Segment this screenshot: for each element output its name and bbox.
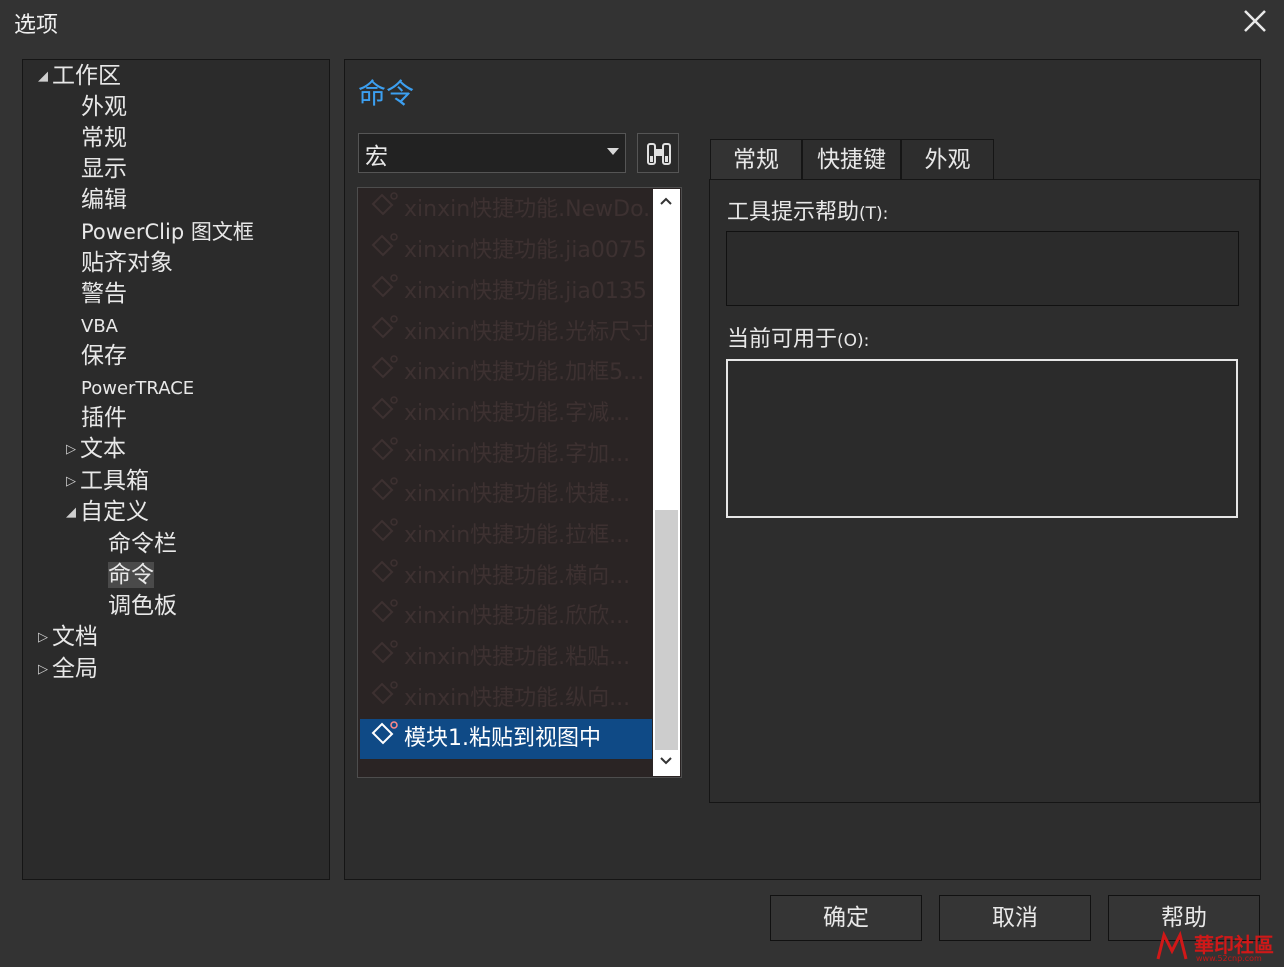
list-item[interactable]: xinxin快捷功能.加框5... [360,353,652,393]
list-item[interactable]: xinxin快捷功能.纵向... [360,679,652,719]
tree-item-toolbox[interactable]: ▷ 工具箱 [66,466,149,496]
macro-icon [360,516,404,556]
macro-icon [360,679,404,719]
chevron-down-icon [607,148,619,155]
macro-icon [360,231,404,271]
scrollbar-thumb[interactable] [655,510,678,750]
expanded-arrow-icon[interactable]: ◢ [38,62,52,92]
window-title: 选项 [14,13,59,38]
tab-general[interactable]: 常规 [710,139,802,179]
macro-icon [360,313,404,353]
list-item[interactable]: xinxin快捷功能.字加... [360,435,652,475]
tab-shortcut-keys[interactable]: 快捷键 [802,139,901,179]
macro-icon [360,272,404,312]
macro-icon [360,597,404,637]
tree-item-powerclip[interactable]: PowerClip 图文框 [81,217,254,247]
tooltip-help-input[interactable] [726,231,1239,306]
tree-item-general[interactable]: 常规 [81,123,127,153]
scroll-down-icon[interactable] [659,756,673,766]
list-item[interactable]: xinxin快捷功能.字减... [360,394,652,434]
tree-item-customization[interactable]: ◢ 自定义 [66,497,149,527]
list-item[interactable]: xinxin快捷功能.粘贴... [360,638,652,678]
macro-icon [360,190,404,230]
tree-item-text[interactable]: ▷ 文本 [66,434,126,464]
category-dropdown-value: 宏 [365,144,388,170]
collapsed-arrow-icon[interactable]: ▷ [38,623,52,653]
section-title: 命令 [358,77,415,110]
list-item[interactable]: xinxin快捷功能.jia0075 [360,231,652,271]
tree-item-vba[interactable]: VBA [81,312,118,342]
expanded-arrow-icon[interactable]: ◢ [66,498,80,528]
macro-icon [360,638,404,678]
tree-item-warnings[interactable]: 警告 [81,279,127,309]
tree-item-global[interactable]: ▷ 全局 [38,654,98,684]
collapsed-arrow-icon[interactable]: ▷ [38,655,52,685]
collapsed-arrow-icon[interactable]: ▷ [66,467,80,497]
list-item-selected[interactable]: 模块1.粘贴到视图中 [360,719,652,759]
list-item[interactable]: xinxin快捷功能.jia0135 [360,272,652,312]
tree-item-powertrace[interactable]: PowerTRACE [81,374,194,404]
scroll-up-icon[interactable] [659,196,673,206]
macro-icon [360,557,404,597]
available-for-label: 当前可用于(O): [727,327,870,352]
tree-item-display[interactable]: 显示 [81,154,127,184]
macro-icon [360,353,404,393]
watermark-url: www.52cnp.com [1196,954,1262,963]
list-item[interactable]: xinxin快捷功能.横向... [360,557,652,597]
tree-item-color-palette[interactable]: 调色板 [108,591,177,621]
tree-item-snap-to-objects[interactable]: 贴齐对象 [81,248,173,278]
tree-item-plugins[interactable]: 插件 [81,403,127,433]
list-item[interactable]: xinxin快捷功能.快捷... [360,475,652,515]
category-dropdown[interactable]: 宏 [358,133,626,173]
tooltip-help-label: 工具提示帮助(T): [727,200,889,225]
macro-icon [360,435,404,475]
tree-item-edit[interactable]: 编辑 [81,185,127,215]
list-item[interactable]: xinxin快捷功能.光标尺寸 [360,313,652,353]
macro-icon [360,475,404,515]
macro-icon [360,394,404,434]
list-item[interactable]: xinxin快捷功能.NewDo... [360,190,652,230]
collapsed-arrow-icon[interactable]: ▷ [66,435,80,465]
tree-item-workspace[interactable]: ◢ 工作区 [38,61,121,91]
available-for-list[interactable] [726,359,1238,518]
find-button[interactable] [637,133,679,173]
cancel-button[interactable]: 取消 [939,895,1091,941]
tab-appearance[interactable]: 外观 [901,139,994,179]
tree-item-document[interactable]: ▷ 文档 [38,622,98,652]
tree-item-appearance[interactable]: 外观 [81,92,127,122]
tree-item-commands[interactable]: 命令 [108,560,154,590]
tree-item-command-bars[interactable]: 命令栏 [108,529,177,559]
binoculars-icon [647,143,671,165]
ok-button[interactable]: 确定 [770,895,922,941]
macro-icon [360,719,404,759]
list-item[interactable]: xinxin快捷功能.欣欣... [360,597,652,637]
list-item[interactable]: xinxin快捷功能.拉框... [360,516,652,556]
close-icon[interactable] [1238,4,1272,38]
tree-item-save[interactable]: 保存 [81,341,127,371]
